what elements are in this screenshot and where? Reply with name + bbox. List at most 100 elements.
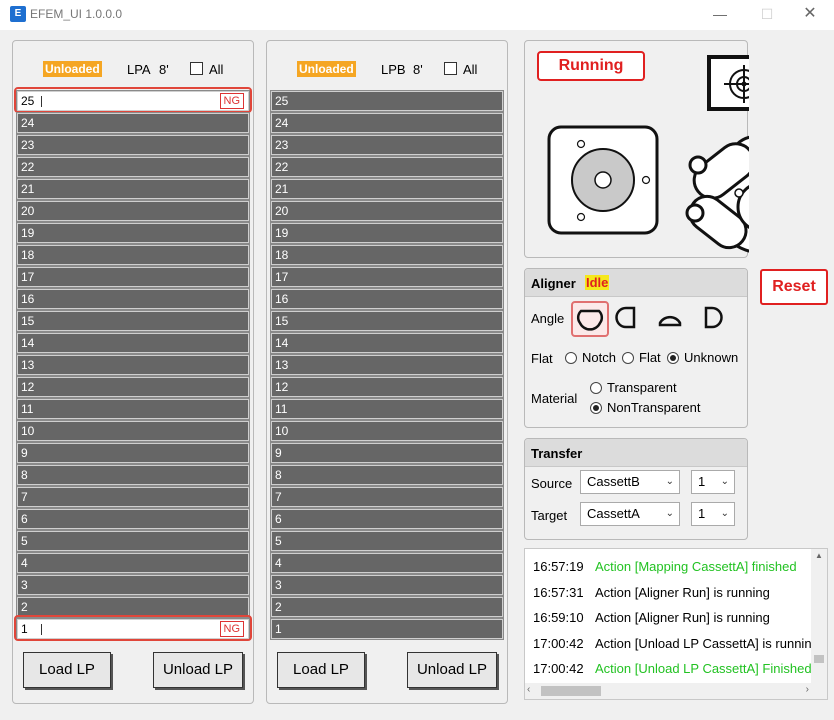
wafer-slot[interactable]: 10 bbox=[16, 420, 250, 442]
lpa-load-button[interactable]: Load LP bbox=[23, 652, 111, 688]
wafer-slot[interactable]: 21 bbox=[270, 178, 504, 200]
wafer-slot[interactable]: 12 bbox=[270, 376, 504, 398]
wafer-slot[interactable]: 4 bbox=[16, 552, 250, 574]
wafer-slot[interactable]: 9 bbox=[16, 442, 250, 464]
slot-number: 6 bbox=[21, 512, 28, 526]
wafer-slot[interactable]: 11 bbox=[270, 398, 504, 420]
log-horizontal-scrollbar[interactable]: ‹ › bbox=[525, 683, 827, 699]
source-slot-select[interactable]: 1 ⌄ bbox=[691, 470, 735, 494]
wafer-slot[interactable]: 24 bbox=[270, 112, 504, 134]
wafer-slot[interactable]: 3 bbox=[270, 574, 504, 596]
wafer-slot[interactable]: 20 bbox=[16, 200, 250, 222]
wafer-slot[interactable]: 23 bbox=[16, 134, 250, 156]
wafer-slot[interactable]: 6 bbox=[270, 508, 504, 530]
lpa-size: 8' bbox=[159, 62, 169, 77]
wafer-slot[interactable]: 21 bbox=[16, 178, 250, 200]
wafer-slot[interactable]: 20 bbox=[270, 200, 504, 222]
slot-number: 18 bbox=[21, 248, 35, 262]
wafer-slot[interactable]: 7 bbox=[16, 486, 250, 508]
minimize-button[interactable]: — bbox=[705, 3, 735, 25]
log-entry: 17:00:42 Action [Unload LP CassettA] is r… bbox=[533, 636, 819, 656]
wafer-slot[interactable]: 23 bbox=[270, 134, 504, 156]
text-caret bbox=[41, 96, 42, 107]
scroll-up-icon[interactable]: ▲ bbox=[811, 549, 827, 563]
wafer-slot[interactable]: 15 bbox=[270, 310, 504, 332]
wafer-slot[interactable]: 7 bbox=[270, 486, 504, 508]
wafer-slot[interactable]: 18 bbox=[270, 244, 504, 266]
slot-number: 1 bbox=[275, 622, 282, 636]
wafer-slot[interactable]: 17 bbox=[16, 266, 250, 288]
lpa-unload-button[interactable]: Unload LP bbox=[153, 652, 243, 688]
scroll-right-icon[interactable]: › bbox=[806, 684, 809, 695]
angle-option-up[interactable] bbox=[653, 301, 691, 337]
wafer-slot[interactable]: 22 bbox=[270, 156, 504, 178]
source-label: Source bbox=[531, 476, 573, 491]
wafer-slot[interactable]: 24 bbox=[16, 112, 250, 134]
wafer-slot[interactable]: 25 NG bbox=[16, 90, 250, 112]
reset-button[interactable]: Reset bbox=[760, 269, 828, 305]
lpb-slot-list: 25 24 23 22 21 20 19 18 17 16 15 14 13 12 11 10 9 8 7 6 5 4 3 2… bbox=[270, 90, 504, 641]
flat-flat-radio[interactable] bbox=[622, 352, 634, 364]
wafer-slot[interactable]: 6 bbox=[16, 508, 250, 530]
wafer-slot[interactable]: 4 bbox=[270, 552, 504, 574]
lpb-unload-button[interactable]: Unload LP bbox=[407, 652, 497, 688]
wafer-slot[interactable]: 1 NG bbox=[16, 618, 250, 640]
scroll-left-icon[interactable]: ‹ bbox=[527, 684, 530, 695]
horizontal-scroll-thumb[interactable] bbox=[541, 686, 601, 696]
slot-number: 10 bbox=[275, 424, 289, 438]
wafer-slot[interactable]: 3 bbox=[16, 574, 250, 596]
aligner-panel: Aligner Idle Angle Flat Notch Flat Unkno… bbox=[524, 268, 748, 428]
wafer-slot[interactable]: 14 bbox=[270, 332, 504, 354]
wafer-slot[interactable]: 12 bbox=[16, 376, 250, 398]
wafer-slot[interactable]: 15 bbox=[16, 310, 250, 332]
wafer-slot[interactable]: 16 bbox=[270, 288, 504, 310]
wafer-slot[interactable]: 5 bbox=[16, 530, 250, 552]
angle-label: Angle bbox=[531, 311, 565, 326]
wafer-slot[interactable]: 8 bbox=[270, 464, 504, 486]
wafer-slot[interactable]: 1 bbox=[270, 618, 504, 640]
wafer-slot[interactable]: 25 bbox=[270, 90, 504, 112]
wafer-slot[interactable]: 10 bbox=[270, 420, 504, 442]
slot-number: 19 bbox=[275, 226, 289, 240]
lpa-all-checkbox[interactable] bbox=[190, 62, 203, 75]
lpb-all-checkbox[interactable] bbox=[444, 62, 457, 75]
source-cassette-select[interactable]: CassettB ⌄ bbox=[580, 470, 680, 494]
wafer-slot[interactable]: 19 bbox=[270, 222, 504, 244]
wafer-slot[interactable]: 2 bbox=[270, 596, 504, 618]
target-cassette-select[interactable]: CassettA ⌄ bbox=[580, 502, 680, 526]
close-button[interactable]: ✕ bbox=[795, 3, 825, 25]
angle-option-left[interactable] bbox=[612, 301, 650, 337]
wafer-slot[interactable]: 11 bbox=[16, 398, 250, 420]
wafer-slot[interactable]: 2 bbox=[16, 596, 250, 618]
wafer-slot[interactable]: 5 bbox=[270, 530, 504, 552]
wafer-slot[interactable]: 13 bbox=[16, 354, 250, 376]
target-slot-select[interactable]: 1 ⌄ bbox=[691, 502, 735, 526]
wafer-slot[interactable]: 14 bbox=[16, 332, 250, 354]
flat-unknown-radio[interactable] bbox=[667, 352, 679, 364]
wafer-slot[interactable]: 19 bbox=[16, 222, 250, 244]
log-panel[interactable]: 16:57:19 Action [Mapping CassettA] finish… bbox=[524, 548, 828, 700]
slot-number: 20 bbox=[275, 204, 289, 218]
transfer-panel: Transfer Source CassettB ⌄ 1 ⌄ Target Ca… bbox=[524, 438, 748, 540]
lpb-header: Unloaded LPB 8' All bbox=[267, 61, 507, 79]
maximize-button[interactable]: ☐ bbox=[752, 3, 782, 25]
wafer-slot[interactable]: 22 bbox=[16, 156, 250, 178]
flat-notch-radio[interactable] bbox=[565, 352, 577, 364]
vertical-scroll-thumb[interactable] bbox=[814, 655, 824, 663]
wafer-slot[interactable]: 13 bbox=[270, 354, 504, 376]
slot-number: 5 bbox=[275, 534, 282, 548]
wafer-slot[interactable]: 8 bbox=[16, 464, 250, 486]
slot-number: 16 bbox=[275, 292, 289, 306]
log-vertical-scrollbar[interactable]: ▲ bbox=[811, 549, 827, 683]
slot-number: 8 bbox=[275, 468, 282, 482]
wafer-slot[interactable]: 17 bbox=[270, 266, 504, 288]
wafer-slot[interactable]: 9 bbox=[270, 442, 504, 464]
angle-option-down[interactable] bbox=[571, 301, 609, 337]
angle-option-right[interactable] bbox=[695, 301, 733, 337]
slot-number: 22 bbox=[21, 160, 35, 174]
material-transparent-radio[interactable] bbox=[590, 382, 602, 394]
wafer-slot[interactable]: 16 bbox=[16, 288, 250, 310]
material-nontransparent-radio[interactable] bbox=[590, 402, 602, 414]
wafer-slot[interactable]: 18 bbox=[16, 244, 250, 266]
lpb-load-button[interactable]: Load LP bbox=[277, 652, 365, 688]
